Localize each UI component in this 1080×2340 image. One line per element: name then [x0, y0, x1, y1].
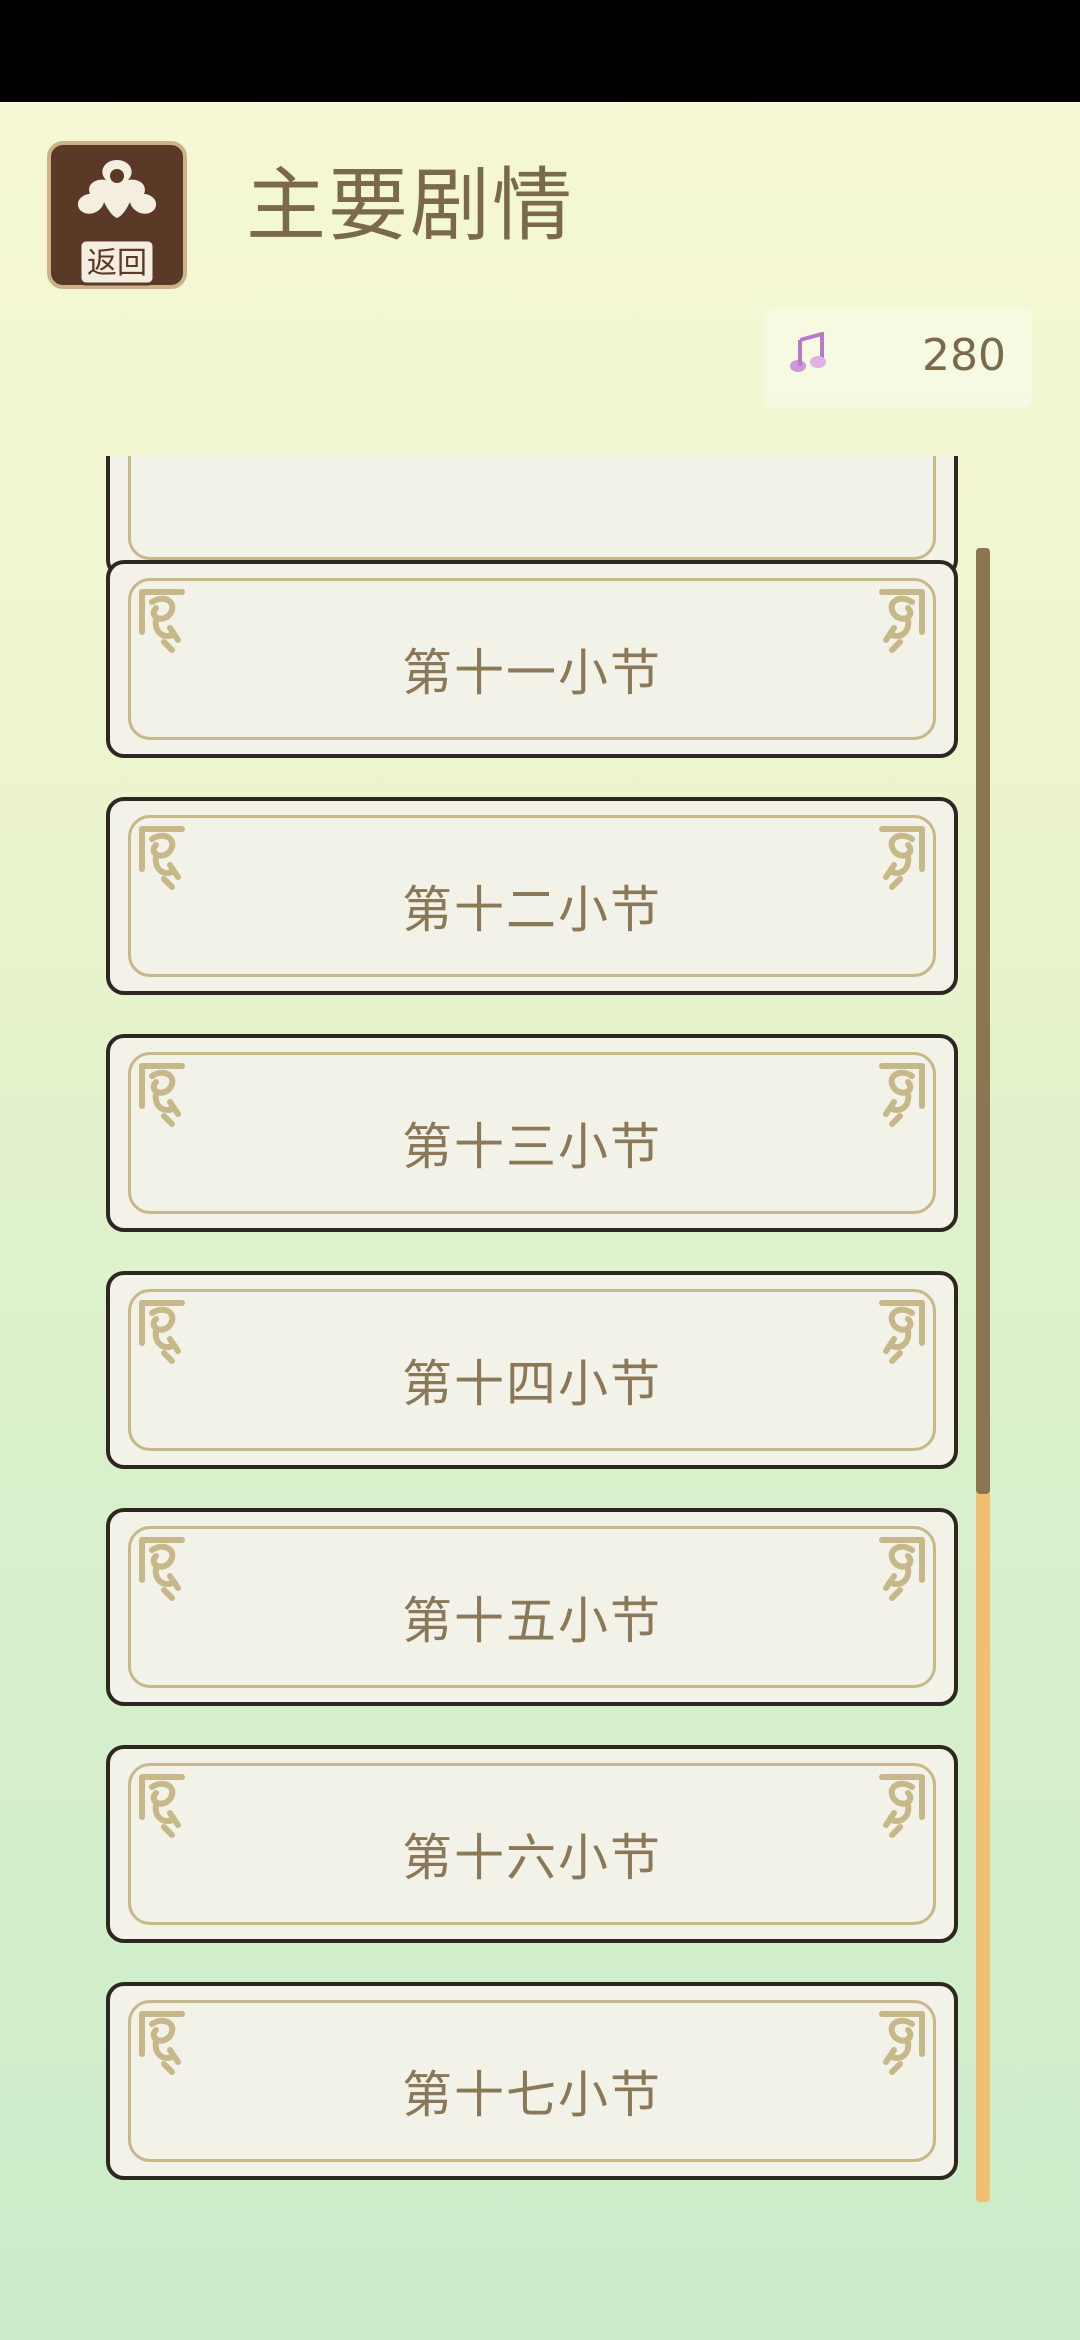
section-label: 第十二小节 — [402, 881, 662, 939]
section-card-11[interactable]: 第十一小节 — [106, 560, 958, 758]
currency-display: 280 — [764, 308, 1032, 408]
corner-ornament-icon — [879, 589, 925, 653]
corner-ornament-icon — [879, 1063, 925, 1127]
section-label: 第十五小节 — [402, 1592, 662, 1650]
corner-ornament-icon — [879, 826, 925, 890]
corner-ornament-icon — [879, 1537, 925, 1601]
corner-ornament-icon — [139, 1774, 185, 1838]
section-label: 第十三小节 — [402, 1118, 662, 1176]
section-card-15[interactable]: 第十五小节 — [106, 1508, 958, 1706]
section-card-17[interactable]: 第十七小节 — [106, 1982, 958, 2180]
corner-ornament-icon — [879, 1300, 925, 1364]
section-label: 第十七小节 — [402, 2066, 662, 2124]
section-card-16[interactable]: 第十六小节 — [106, 1745, 958, 1943]
status-bar — [0, 0, 1080, 102]
section-card-12[interactable]: 第十二小节 — [106, 797, 958, 995]
back-fleur-icon: 返回 — [47, 141, 187, 289]
corner-ornament-icon — [139, 589, 185, 653]
section-list[interactable]: 第十一小节 第十二小节 第十三小节 第十四小节 第十五小节 第十六小节 第十七小… — [100, 456, 980, 2216]
scrollbar-track[interactable] — [976, 548, 990, 2202]
corner-ornament-icon — [139, 1537, 185, 1601]
corner-ornament-icon — [139, 1063, 185, 1127]
corner-ornament-icon — [139, 2011, 185, 2075]
section-label: 第十一小节 — [402, 644, 662, 702]
section-label: 第十四小节 — [402, 1355, 662, 1413]
section-label: 第十六小节 — [402, 1829, 662, 1887]
corner-ornament-icon — [139, 1300, 185, 1364]
corner-ornament-icon — [139, 826, 185, 890]
section-card-14[interactable]: 第十四小节 — [106, 1271, 958, 1469]
back-label: 返回 — [87, 246, 147, 281]
corner-ornament-icon — [879, 2011, 925, 2075]
corner-ornament-icon — [879, 1774, 925, 1838]
card-inner-border — [128, 456, 936, 560]
page-title: 主要剧情 — [246, 159, 574, 252]
currency-count: 280 — [922, 330, 1006, 381]
music-note-icon — [790, 332, 826, 372]
section-card-13[interactable]: 第十三小节 — [106, 1034, 958, 1232]
scrollbar-thumb[interactable] — [976, 548, 990, 1494]
back-button[interactable]: 返回 — [46, 140, 188, 296]
